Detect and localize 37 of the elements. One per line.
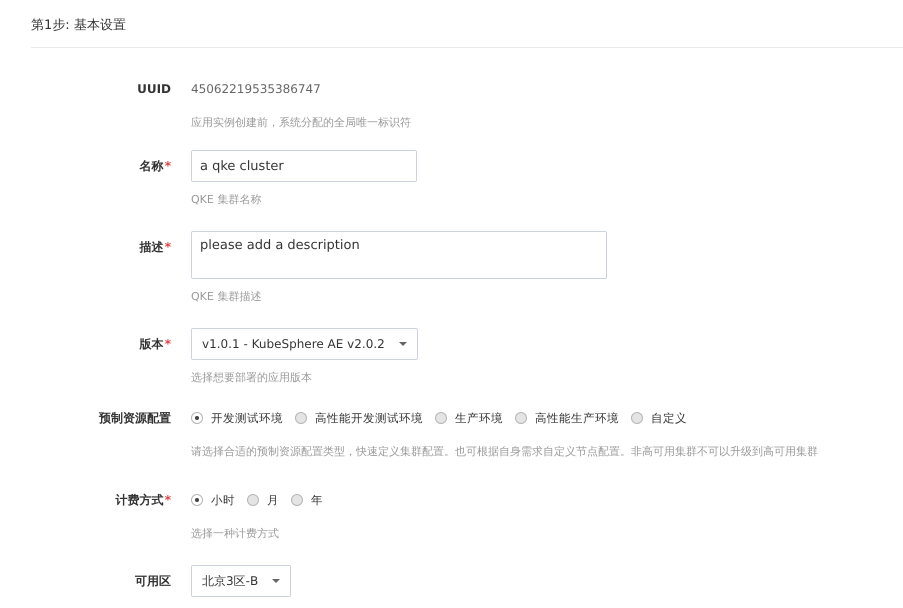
radio-icon[interactable] xyxy=(291,494,303,506)
name-input[interactable]: a qke cluster xyxy=(191,150,417,182)
radio-icon[interactable] xyxy=(295,412,307,424)
radio-option[interactable]: 高性能生产环境 xyxy=(515,410,619,426)
field-hint: 请选择合适的预制资源配置类型，快速定义集群配置。也可根据自身需求自定义节点配置。非高可用集群不可以升级到高可用集群 xyxy=(191,444,818,459)
radio-option[interactable]: 月 xyxy=(247,492,279,508)
field-label: 版本* xyxy=(140,336,171,352)
radio-option[interactable]: 高性能开发测试环境 xyxy=(295,410,423,426)
section-title: 第1步: 基本设置 xyxy=(31,17,127,35)
field-hint: 选择想要部署的应用版本 xyxy=(191,370,312,385)
field-hint: QKE 集群描述 xyxy=(191,289,262,304)
field-label: 可用区 xyxy=(135,572,171,590)
caret-icon xyxy=(398,342,407,346)
radio-option[interactable]: 年 xyxy=(291,492,323,508)
select-dropdown[interactable]: 北京3区-B xyxy=(191,565,292,597)
field-hint: QKE 集群名称 xyxy=(191,192,262,207)
radio-option[interactable]: 开发测试环境 xyxy=(191,410,283,426)
radio-option[interactable]: 自定义 xyxy=(631,410,687,426)
field-label: 名称* xyxy=(140,158,171,174)
radio-icon[interactable] xyxy=(247,494,259,506)
field-label: UUID xyxy=(137,82,171,96)
uuid-value: 45062219535386747 xyxy=(191,81,321,98)
radio-icon[interactable] xyxy=(435,412,447,424)
radio-icon[interactable] xyxy=(631,412,643,424)
caret-icon xyxy=(272,579,280,583)
field-label: 预制资源配置 xyxy=(99,410,171,426)
description-input[interactable]: please add a description xyxy=(191,231,607,279)
select-dropdown[interactable]: v1.0.1 - KubeSphere AE v2.0.2 xyxy=(191,328,418,360)
radio-option[interactable]: 生产环境 xyxy=(435,410,503,426)
field-hint: 应用实例创建前，系统分配的全局唯一标识符 xyxy=(191,115,411,130)
radio-icon[interactable] xyxy=(515,412,527,424)
field-label: 计费方式* xyxy=(116,492,171,508)
field-hint: 选择一种计费方式 xyxy=(191,526,279,541)
radio-icon[interactable] xyxy=(191,412,203,424)
radio-option[interactable]: 小时 xyxy=(191,492,235,508)
field-label: 描述* xyxy=(140,238,171,256)
radio-icon[interactable] xyxy=(191,494,203,506)
